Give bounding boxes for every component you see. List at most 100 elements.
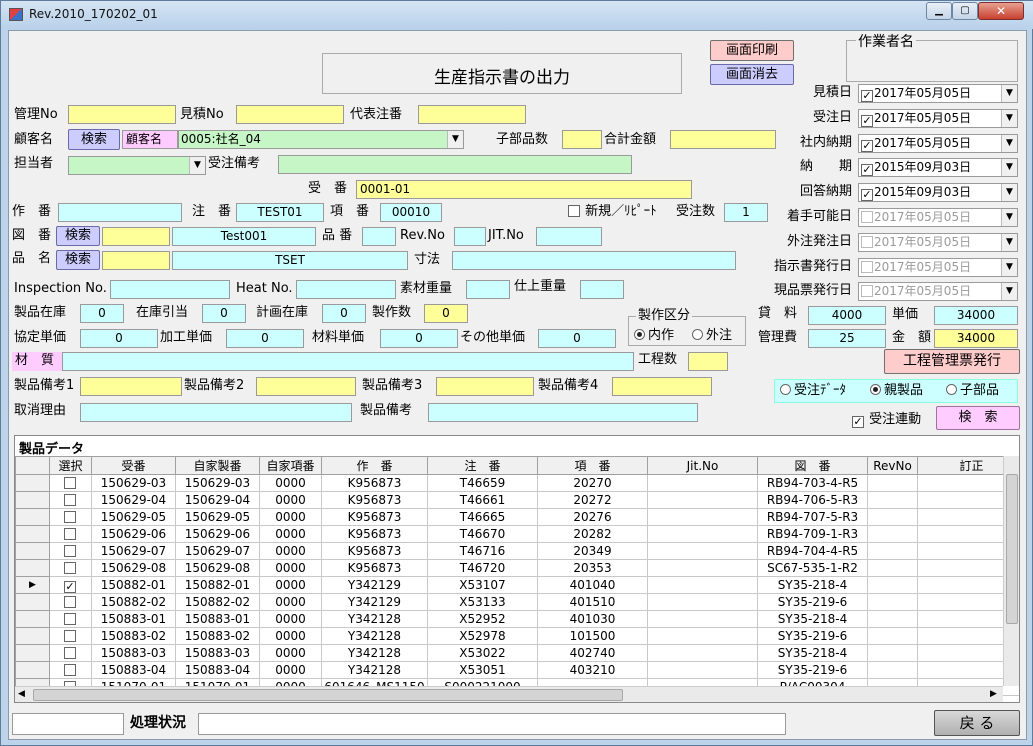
row-header-cell[interactable]	[15, 610, 50, 628]
biko3-input[interactable]	[436, 377, 534, 396]
hinmei-code-input[interactable]	[102, 251, 170, 270]
checkbox-icon[interactable]	[64, 613, 76, 625]
print-screen-button[interactable]: 画面印刷	[710, 40, 794, 61]
juchu-data-radio[interactable]: 受注ﾃﾞｰﾀ	[780, 382, 846, 400]
row-header-cell[interactable]	[15, 525, 50, 543]
radio-icon[interactable]	[780, 384, 791, 395]
row-header-cell[interactable]: ▶	[15, 576, 50, 594]
chevron-down-icon[interactable]: ▼	[1001, 184, 1017, 202]
sonota-input[interactable]: 0	[538, 329, 616, 348]
row-header-cell[interactable]	[15, 491, 50, 509]
back-button[interactable]: 戻 る	[934, 710, 1020, 736]
table-row[interactable]: 150629-07 150629-07 0000 K956873 T46716 20349…	[15, 542, 1019, 560]
zuban-input[interactable]: Test001	[172, 227, 316, 246]
jitno-input[interactable]	[536, 227, 602, 246]
revno-input[interactable]	[454, 227, 486, 246]
daihyo-chuban-input[interactable]	[418, 105, 526, 124]
kotei-kanrihyo-button[interactable]: 工程管理票発行	[884, 349, 1020, 374]
checkbox-icon[interactable]: ✓	[64, 581, 76, 593]
column-header[interactable]: 自家項番	[259, 456, 322, 475]
tanto-select[interactable]: ▼	[68, 156, 206, 175]
zuban-code-input[interactable]	[102, 227, 170, 246]
radio-icon[interactable]	[634, 329, 645, 340]
date-picker[interactable]: 2017年05月05日 ▼	[858, 257, 1018, 277]
maximize-button[interactable]: ▢	[952, 2, 978, 20]
chuban-input[interactable]: TEST01	[236, 203, 324, 222]
checkbox-icon[interactable]	[64, 528, 76, 540]
select-cell[interactable]	[49, 610, 92, 628]
checkbox-icon[interactable]	[861, 260, 873, 273]
date-picker[interactable]: ✓ 2017年05月05日 ▼	[858, 108, 1018, 128]
select-cell[interactable]	[49, 559, 92, 577]
horizontal-scrollbar[interactable]: ◀ ▶	[15, 686, 1003, 702]
oya-seihin-radio[interactable]: 親製品	[870, 382, 923, 400]
heat-input[interactable]	[296, 280, 396, 299]
row-header-cell[interactable]	[15, 627, 50, 645]
biko1-input[interactable]	[80, 377, 182, 396]
biko2-input[interactable]	[256, 377, 356, 396]
kanri-no-input[interactable]	[68, 105, 176, 124]
product-table[interactable]: 選択 受番 自家製番 自家項番作 番注 番項 番 Jit.No 図 番 RevNo 訂正 15…	[15, 456, 1019, 696]
kashiryo-input[interactable]: 4000	[808, 306, 886, 325]
row-header-cell[interactable]	[15, 593, 50, 611]
mitsumori-no-input[interactable]	[236, 105, 344, 124]
column-header[interactable]: Jit.No	[647, 456, 758, 475]
checkbox-icon[interactable]	[64, 647, 76, 659]
clear-screen-button[interactable]: 画面消去	[710, 64, 794, 85]
chevron-down-icon[interactable]: ▼	[1001, 283, 1017, 301]
gaichu-radio[interactable]: 外注	[692, 327, 732, 345]
row-header-cell[interactable]	[15, 644, 50, 662]
chevron-down-icon[interactable]: ▼	[1001, 233, 1017, 251]
checkbox-icon[interactable]: ✓	[861, 114, 873, 127]
vertical-scrollbar[interactable]	[1003, 456, 1019, 686]
table-row[interactable]: 150883-03 150883-03 0000 Y342128 X53022 40274…	[15, 644, 1019, 662]
table-row[interactable]: 150629-08 150629-08 0000 K956873 T46720 20353…	[15, 559, 1019, 577]
radio-icon[interactable]	[946, 384, 957, 395]
checkbox-icon[interactable]	[64, 494, 76, 506]
row-header-cell[interactable]	[15, 508, 50, 526]
close-button[interactable]: ✕	[978, 2, 1024, 20]
checkbox-icon[interactable]	[64, 511, 76, 523]
date-picker[interactable]: ✓ 2015年09月03日 ▼	[858, 183, 1018, 203]
table-row[interactable]: 150883-01 150883-01 0000 Y342128 X52952 40103…	[15, 610, 1019, 628]
hinban-input[interactable]	[362, 227, 396, 246]
select-cell[interactable]	[49, 474, 92, 492]
juchusu-input[interactable]: 1	[724, 203, 768, 222]
column-header[interactable]: RevNo	[867, 456, 918, 475]
kokyaku-search-button[interactable]: 検索	[68, 129, 120, 150]
kokyaku-select[interactable]: 0005:社名_04 ▼	[178, 130, 464, 149]
shinki-checkbox[interactable]: 新規／ﾘﾋﾟｰﾄ	[568, 203, 657, 221]
product-grid[interactable]: 製品データ 選択 受番 自家製番 自家項番作 番注 番項 番 Jit.No 図 番 RevN…	[14, 435, 1020, 703]
checkbox-icon[interactable]	[861, 285, 873, 298]
row-header-cell[interactable]	[15, 542, 50, 560]
checkbox-icon[interactable]: ✓	[861, 164, 873, 177]
seihin-zaiko-input[interactable]: 0	[80, 304, 124, 323]
select-cell[interactable]	[49, 491, 92, 509]
table-row[interactable]: 150629-04 150629-04 0000 K956873 T46661 20272…	[15, 491, 1019, 509]
chevron-down-icon[interactable]: ▼	[1001, 159, 1017, 177]
row-header-cell[interactable]	[15, 661, 50, 679]
sozai-input[interactable]	[466, 280, 510, 299]
date-picker[interactable]: 2017年05月05日 ▼	[858, 232, 1018, 252]
checkbox-icon[interactable]	[861, 235, 873, 248]
checkbox-icon[interactable]	[64, 664, 76, 676]
hinmei-input[interactable]: TSET	[172, 251, 408, 270]
chevron-down-icon[interactable]: ▼	[1001, 85, 1017, 102]
keikaku-input[interactable]: 0	[322, 304, 366, 323]
select-cell[interactable]	[49, 542, 92, 560]
select-cell[interactable]	[49, 661, 92, 679]
date-picker[interactable]: 2017年05月05日 ▼	[858, 282, 1018, 302]
ko-buhin-radio[interactable]: 子部品	[946, 382, 999, 400]
row-header-cell[interactable]	[15, 559, 50, 577]
checkbox-icon[interactable]	[64, 545, 76, 557]
table-row[interactable]: ▶ ✓ 150882-01 150882-01 0000 Y342129 X53107 401…	[15, 576, 1019, 594]
checkbox-icon[interactable]	[568, 205, 580, 217]
inspection-input[interactable]	[110, 280, 230, 299]
scroll-left-icon[interactable]: ◀	[18, 689, 25, 699]
chevron-down-icon[interactable]: ▼	[447, 131, 463, 148]
checkbox-icon[interactable]: ✓	[852, 416, 864, 428]
shiage-input[interactable]	[580, 280, 624, 299]
row-header-cell[interactable]	[15, 474, 50, 492]
radio-icon[interactable]	[870, 384, 881, 395]
chevron-down-icon[interactable]: ▼	[1001, 258, 1017, 276]
